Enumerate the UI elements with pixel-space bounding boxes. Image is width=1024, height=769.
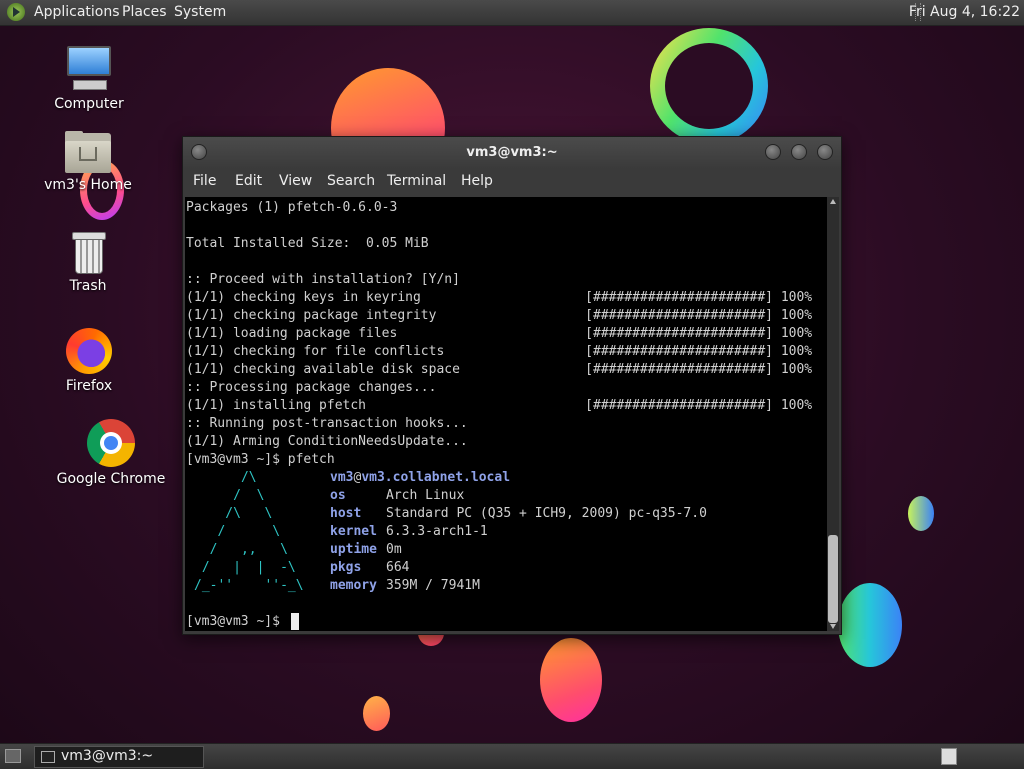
terminal-line: (1/1) checking available disk space [###… (186, 362, 813, 377)
pfetch-key: uptime (330, 542, 377, 557)
window-menubar: File Edit View Search Terminal Help (183, 169, 841, 195)
pfetch-value: Standard PC (Q35 + ICH9, 2009) pc-q35-7.… (386, 506, 707, 521)
terminal-scrollbar[interactable] (827, 197, 839, 631)
terminal-line: (1/1) loading package files [###########… (186, 326, 813, 341)
terminal-output: Packages (1) pfetch-0.6.0-3 Total Install… (186, 199, 812, 469)
desktop-icon-chrome[interactable]: Google Chrome (56, 419, 166, 487)
pfetch-value: Arch Linux (386, 488, 465, 503)
wallpaper-blob (908, 496, 934, 531)
arch-linux-logo: /\ / \ /\ \ / \ / ,, \ / | | -\ /_-'' ''… (194, 470, 304, 593)
terminal-screen[interactable]: Packages (1) pfetch-0.6.0-3 Total Install… (185, 197, 827, 631)
scrollbar-thumb[interactable] (828, 535, 838, 623)
workspace-switcher[interactable] (941, 748, 957, 765)
minimize-button[interactable] (765, 144, 781, 160)
wallpaper-ring (650, 28, 768, 144)
terminal-line: [vm3@vm3 ~]$ pfetch (186, 452, 335, 467)
terminal-window[interactable]: vm3@vm3:~ File Edit View Search Terminal… (182, 136, 842, 635)
taskbar-label: vm3@vm3:~ (61, 748, 154, 764)
menu-search[interactable]: Search (327, 173, 375, 189)
desktop-icon-label: vm3's Home (44, 177, 132, 193)
desktop-icon-label: Computer (54, 96, 124, 112)
menu-view[interactable]: View (279, 173, 312, 189)
pfetch-key: kernel (330, 524, 377, 539)
pfetch-key: host (330, 506, 362, 521)
desktop-icon-home[interactable]: vm3's Home (33, 131, 143, 193)
pfetch-value: 359M / 7941M (386, 578, 480, 593)
taskbar-button-terminal[interactable]: vm3@vm3:~ (34, 746, 204, 768)
bottom-panel: vm3@vm3:~ (0, 743, 1024, 769)
terminal-line: (1/1) installing pfetch [###############… (186, 398, 813, 413)
pfetch-row: host Standard PC (Q35 + ICH9, 2009) pc-q3… (330, 505, 707, 523)
pfetch-row: uptime 0m (330, 541, 402, 559)
pfetch-row: os Arch Linux (330, 487, 464, 505)
trash-icon (70, 230, 106, 274)
terminal-line: (1/1) Arming ConditionNeedsUpdate... (186, 434, 468, 449)
scroll-down-arrow-icon[interactable] (830, 624, 836, 629)
terminal-line: :: Processing package changes... (186, 380, 437, 395)
terminal-line: Total Installed Size: 0.05 MiB (186, 236, 429, 251)
terminal-icon (41, 751, 55, 763)
pfetch-output: /\ / \ /\ \ / \ / ,, \ / | | -\ /_-'' ''… (185, 469, 827, 595)
applications-menu-icon[interactable] (7, 3, 25, 21)
terminal-line: Packages (1) pfetch-0.6.0-3 (186, 200, 398, 215)
home-folder-icon (65, 131, 111, 173)
chrome-icon (87, 419, 135, 467)
close-button[interactable] (817, 144, 833, 160)
maximize-button[interactable] (791, 144, 807, 160)
top-panel: Applications Places System Fri Aug 4, 16… (0, 0, 1024, 26)
window-title: vm3@vm3:~ (466, 145, 558, 160)
pfetch-user: vm3 (330, 470, 354, 485)
desktop-icon-firefox[interactable]: Firefox (34, 328, 144, 394)
pfetch-key: memory (330, 578, 377, 593)
terminal-line: :: Running post-transaction hooks... (186, 416, 468, 431)
menu-edit[interactable]: Edit (235, 173, 262, 189)
terminal-line: (1/1) checking package integrity [######… (186, 308, 813, 323)
applications-menu[interactable]: Applications (34, 4, 120, 20)
pfetch-value: 0m (386, 542, 402, 557)
menu-terminal[interactable]: Terminal (387, 173, 446, 189)
shell-prompt: [vm3@vm3 ~]$ (186, 614, 288, 629)
system-menu[interactable]: System (174, 4, 226, 20)
pfetch-row: memory 359M / 7941M (330, 577, 480, 595)
computer-icon (65, 46, 113, 92)
desktop-icon-label: Google Chrome (56, 471, 166, 487)
desktop-icon-trash[interactable]: Trash (33, 230, 143, 294)
menu-help[interactable]: Help (461, 173, 493, 189)
show-desktop-icon[interactable] (5, 749, 21, 763)
wallpaper-blob (838, 583, 902, 667)
pfetch-value: 664 (386, 560, 410, 575)
pfetch-row: kernel 6.3.3-arch1-1 (330, 523, 488, 541)
menu-file[interactable]: File (193, 173, 216, 189)
desktop-icon-computer[interactable]: Computer (34, 46, 144, 112)
terminal-line: (1/1) checking for file conflicts [#####… (186, 344, 813, 359)
terminal-line: (1/1) checking keys in keyring [########… (186, 290, 813, 305)
scroll-up-arrow-icon[interactable] (830, 199, 836, 204)
pfetch-value: 6.3.3-arch1-1 (386, 524, 488, 539)
pfetch-title: vm3@vm3.collabnet.local (330, 469, 510, 487)
desktop-icon-label: Trash (69, 278, 107, 294)
wallpaper-blob (363, 696, 390, 731)
places-menu[interactable]: Places (122, 4, 167, 20)
pfetch-key: pkgs (330, 560, 362, 575)
clock[interactable]: Fri Aug 4, 16:22 (909, 4, 1020, 20)
window-titlebar[interactable]: vm3@vm3:~ (183, 137, 841, 169)
terminal-line: :: Proceed with installation? [Y/n] (186, 272, 460, 287)
wallpaper-blob (540, 638, 602, 722)
desktop-icon-label: Firefox (65, 378, 113, 394)
pfetch-hostname: vm3.collabnet.local (361, 470, 511, 485)
firefox-icon (66, 328, 112, 374)
text-cursor (291, 613, 299, 630)
pfetch-key: os (330, 488, 346, 503)
pfetch-row: pkgs 664 (330, 559, 409, 577)
